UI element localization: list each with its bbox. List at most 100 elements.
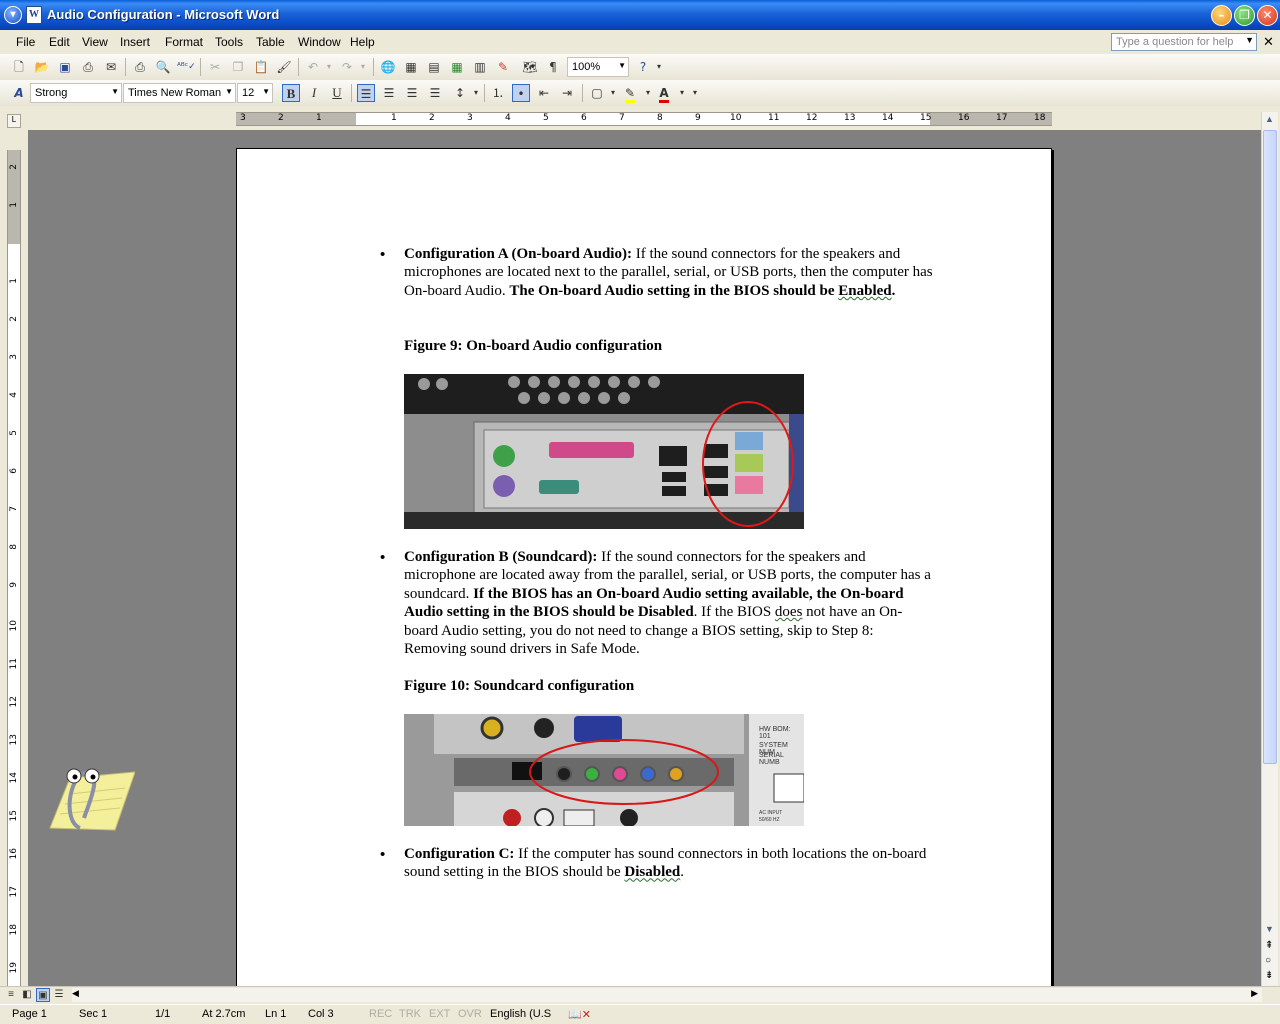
styles-pane-icon[interactable]: A <box>10 84 28 102</box>
align-center-button[interactable]: ☰ <box>380 84 398 102</box>
spelling-status-icon[interactable]: 📖✕ <box>568 1008 591 1021</box>
scroll-down-icon[interactable]: ▼ <box>1265 924 1274 934</box>
select-browse-object-icon[interactable]: ○ <box>1265 955 1271 966</box>
status-rec[interactable]: REC <box>369 1008 392 1020</box>
menu-edit[interactable]: Edit <box>49 35 70 49</box>
copy-icon[interactable]: ❐ <box>229 58 247 76</box>
toolbar-options-icon[interactable]: ▾ <box>686 84 704 102</box>
help-search-input[interactable]: Type a question for help ▼ <box>1111 33 1257 51</box>
paste-icon[interactable]: 📋 <box>252 58 270 76</box>
justify-button[interactable]: ☰ <box>426 84 444 102</box>
underline-button[interactable]: U <box>328 84 346 102</box>
menu-table[interactable]: Table <box>256 35 285 49</box>
ruler-label: 4 <box>9 392 19 398</box>
scroll-up-icon[interactable]: ▲ <box>1265 114 1274 124</box>
toolbar-options-icon[interactable]: ▾ <box>650 58 668 76</box>
paragraph-config-b[interactable]: Configuration B (Soundcard): If the soun… <box>404 548 934 658</box>
menu-tools[interactable]: Tools <box>215 35 243 49</box>
normal-view-icon[interactable]: ≡ <box>4 988 18 1002</box>
drawing-icon[interactable]: ✎ <box>494 58 512 76</box>
new-document-icon[interactable]: 🗋 <box>10 58 28 76</box>
bold-button[interactable]: B <box>282 84 300 102</box>
word-system-menu-icon[interactable]: ▾ <box>4 6 22 24</box>
font-select[interactable]: Times New Roman ▼ <box>123 83 236 103</box>
show-hide-icon[interactable]: ¶ <box>544 58 562 76</box>
fig10-label: SERIAL NUMB <box>759 752 784 766</box>
increase-indent-icon[interactable]: ⇥ <box>558 84 576 102</box>
insert-excel-icon[interactable]: ▦ <box>448 58 466 76</box>
config-a-lead: Configuration A (On-board Audio): <box>404 246 632 262</box>
close-button[interactable]: ✕ <box>1257 5 1278 26</box>
style-select[interactable]: Strong ▼ <box>30 83 122 103</box>
restore-button[interactable]: ❐ <box>1234 5 1255 26</box>
italic-button[interactable]: I <box>305 84 323 102</box>
minimize-button[interactable]: – <box>1211 5 1232 26</box>
print-icon[interactable]: ⎙ <box>131 58 149 76</box>
window-title: Audio Configuration - Microsoft Word <box>47 7 280 22</box>
email-icon[interactable]: ✉ <box>102 58 120 76</box>
vertical-ruler[interactable]: 2 1 1 2 3 4 5 6 7 8 9 10 11 12 13 14 15 … <box>7 150 21 986</box>
scroll-right-icon[interactable]: ▶ <box>1251 988 1258 999</box>
align-right-button[interactable]: ☰ <box>403 84 421 102</box>
menu-format[interactable]: Format <box>165 35 203 49</box>
hyperlink-icon[interactable]: 🌐 <box>379 58 397 76</box>
office-assistant[interactable] <box>40 758 136 838</box>
ruler-label: 16 <box>9 848 19 860</box>
status-trk[interactable]: TRK <box>399 1008 421 1020</box>
outline-view-icon[interactable]: ☰ <box>52 988 66 1002</box>
numbering-button[interactable]: ⒈ <box>489 84 507 102</box>
vertical-scrollbar[interactable]: ▲ ▼ ⇞ ○ ⇟ <box>1261 112 1278 986</box>
cut-icon[interactable]: ✂ <box>206 58 224 76</box>
status-section: Sec 1 <box>79 1008 108 1020</box>
chevron-down-icon[interactable]: ▼ <box>1245 35 1254 45</box>
menu-view[interactable]: View <box>82 35 108 49</box>
insert-table-icon[interactable]: ▤ <box>425 58 443 76</box>
document-close-icon[interactable]: ✕ <box>1263 34 1274 50</box>
next-page-icon[interactable]: ⇟ <box>1265 970 1273 981</box>
format-painter-icon[interactable]: 🖌 <box>275 58 293 76</box>
save-icon[interactable]: ▣ <box>56 58 74 76</box>
font-size-select[interactable]: 12 ▼ <box>237 83 273 103</box>
document-map-icon[interactable]: 🗺 <box>521 58 539 76</box>
document-page[interactable]: • Configuration A (On-board Audio): If t… <box>236 148 1052 988</box>
paragraph-config-c[interactable]: Configuration C: If the computer has sou… <box>404 845 934 882</box>
zoom-select[interactable]: 100% ▼ <box>567 57 629 77</box>
bullets-button[interactable]: • <box>512 84 530 102</box>
ruler-label: 1 <box>316 113 322 123</box>
spelling-icon[interactable]: ᴬᴮᶜ✓ <box>177 58 196 76</box>
align-left-button[interactable]: ☰ <box>357 84 375 102</box>
menu-insert[interactable]: Insert <box>120 35 150 49</box>
tab-selector[interactable]: L <box>7 114 21 128</box>
undo-dropdown-icon[interactable]: ▾ <box>320 58 338 76</box>
highlight-icon[interactable]: ✎ <box>621 84 639 103</box>
config-b-lead: Configuration B (Soundcard): <box>404 549 598 565</box>
borders-dropdown-icon[interactable]: ▾ <box>604 84 622 102</box>
print-layout-icon[interactable]: ▣ <box>36 988 50 1002</box>
scroll-thumb[interactable] <box>1263 130 1277 764</box>
horizontal-scrollbar[interactable]: ◀ ▶ <box>72 988 1262 1002</box>
menu-file[interactable]: File <box>16 35 35 49</box>
horizontal-ruler[interactable]: 3 2 1 1 2 3 4 5 6 7 8 9 10 11 12 13 14 1… <box>236 112 1052 126</box>
config-c-disabled: Disabled <box>624 864 681 881</box>
redo-dropdown-icon[interactable]: ▾ <box>354 58 372 76</box>
font-color-icon[interactable]: A <box>655 84 673 103</box>
menu-help[interactable]: Help <box>350 35 375 49</box>
decrease-indent-icon[interactable]: ⇤ <box>535 84 553 102</box>
status-ext[interactable]: EXT <box>429 1008 450 1020</box>
previous-page-icon[interactable]: ⇞ <box>1265 940 1273 951</box>
paragraph-config-a[interactable]: Configuration A (On-board Audio): If the… <box>404 245 934 300</box>
ruler-label: 2 <box>429 113 435 123</box>
ruler-label: 11 <box>768 113 780 123</box>
web-layout-icon[interactable]: ◧ <box>20 988 34 1002</box>
menu-window[interactable]: Window <box>298 35 341 49</box>
scroll-left-icon[interactable]: ◀ <box>72 988 79 999</box>
open-folder-icon[interactable]: 📂 <box>33 58 51 76</box>
print-preview-icon[interactable]: 🔍 <box>154 58 172 76</box>
ruler-row: L 3 2 1 1 2 3 4 5 6 7 8 9 10 11 12 13 14… <box>0 106 1280 130</box>
bullet: • <box>380 549 386 566</box>
permission-icon[interactable]: ⎙ <box>79 58 97 76</box>
tables-borders-icon[interactable]: ▦ <box>402 58 420 76</box>
columns-icon[interactable]: ▥ <box>471 58 489 76</box>
status-ovr[interactable]: OVR <box>458 1008 482 1020</box>
line-spacing-dropdown-icon[interactable]: ▾ <box>467 84 485 102</box>
